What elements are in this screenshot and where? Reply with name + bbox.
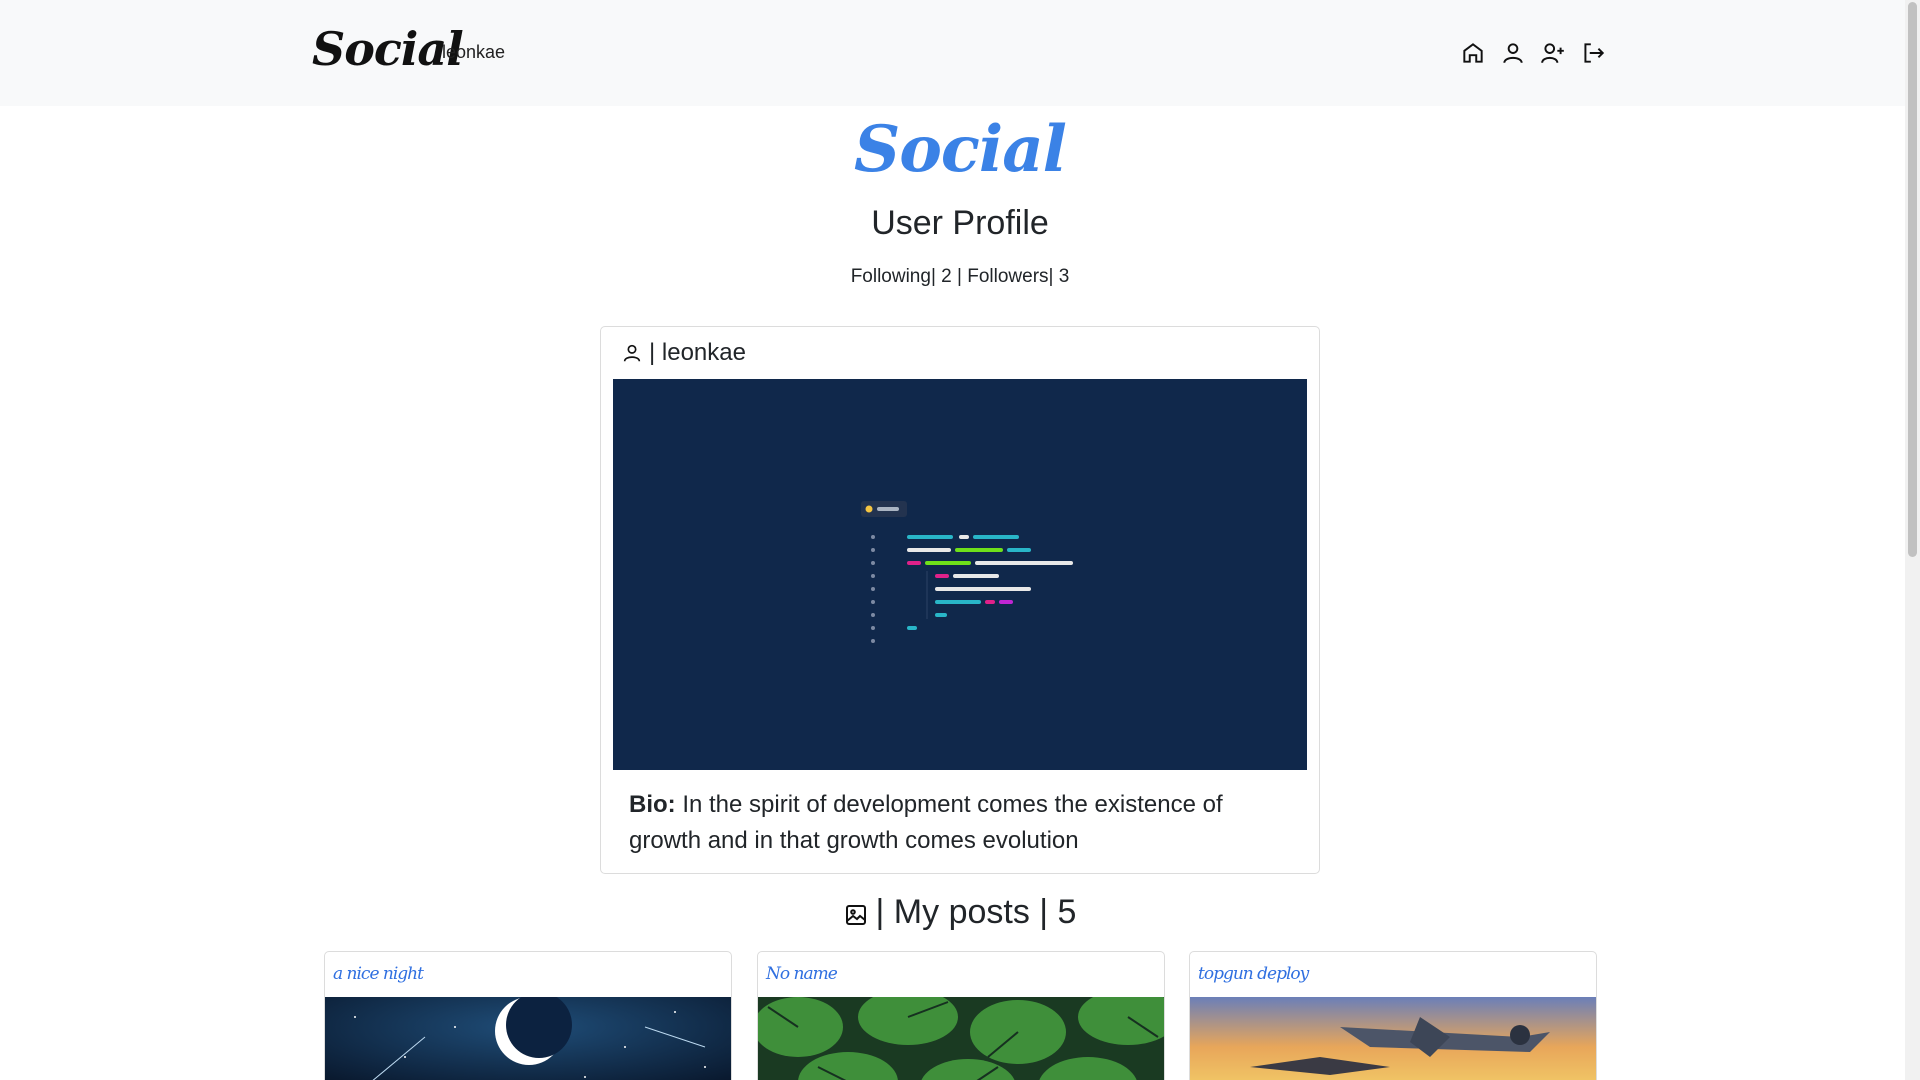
person-plus-icon[interactable] — [1540, 40, 1566, 66]
profile-username: | leonkae — [649, 339, 746, 366]
profile-bio: Bio: In the spirit of development comes … — [629, 787, 1289, 859]
post-title[interactable]: a nice night — [333, 964, 424, 984]
post-image[interactable] — [1190, 997, 1597, 1080]
profile-header: | leonkae — [621, 339, 746, 367]
post-card[interactable]: a nice night — [324, 951, 732, 1080]
follow-stats: Following| 2 | Followers| 3 — [850, 266, 1070, 287]
post-card[interactable]: No name — [757, 951, 1165, 1080]
post-title[interactable]: topgun deploy — [1198, 964, 1309, 984]
logout-icon[interactable] — [1580, 40, 1606, 66]
hero-logo: Social — [854, 112, 1067, 187]
page-title: User Profile — [871, 204, 1049, 242]
brand-logo[interactable]: Social — [312, 22, 464, 76]
profile-image — [613, 379, 1307, 770]
post-card[interactable]: topgun deploy — [1189, 951, 1597, 1080]
nav-icon-group — [1460, 40, 1606, 66]
person-icon — [623, 344, 641, 362]
nav-username: leonkae — [442, 42, 506, 62]
top-navbar: Social leonkae — [0, 0, 1905, 106]
bio-text: In the spirit of development comes the e… — [629, 791, 1223, 854]
image-icon — [845, 904, 866, 925]
post-image[interactable] — [758, 997, 1165, 1080]
profile-card: | leonkae Bio: In the spirit of developm… — [600, 326, 1320, 874]
bio-label: Bio: — [629, 791, 676, 818]
person-icon[interactable] — [1500, 40, 1526, 66]
post-title[interactable]: No name — [766, 964, 838, 984]
my-posts-heading-text: | My posts | 5 — [875, 893, 1077, 931]
home-icon[interactable] — [1460, 40, 1486, 66]
post-image[interactable] — [325, 997, 732, 1080]
my-posts-heading: | My posts | 5 — [0, 893, 1920, 932]
